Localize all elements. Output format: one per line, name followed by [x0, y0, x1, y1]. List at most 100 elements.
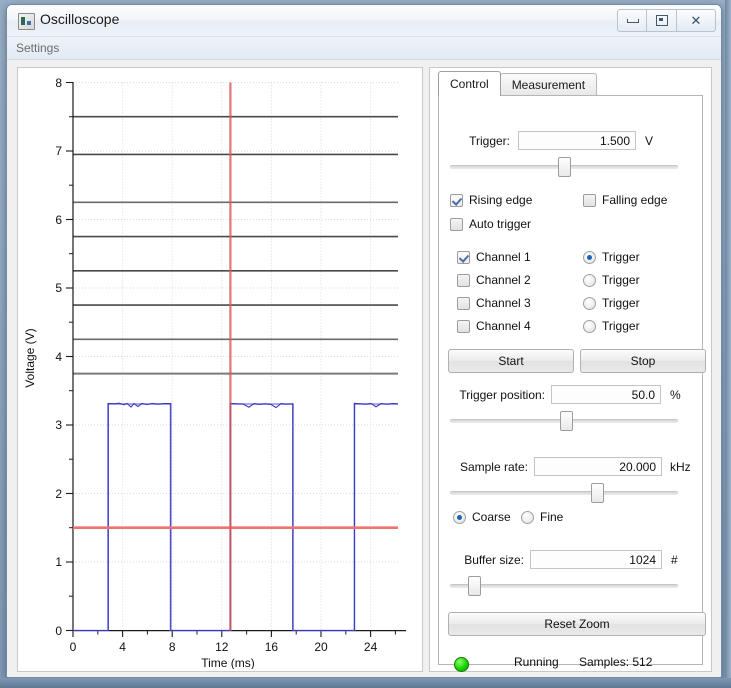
tab-panel-control: Trigger: 1.500 V Rising edge Falling edg… — [438, 95, 706, 672]
channel-3-trigger-radio[interactable] — [583, 296, 596, 310]
channel-3-trigger-label: Trigger — [602, 296, 640, 310]
sample-rate-row: Sample rate: 20.000 kHz — [450, 457, 691, 476]
trigger-position-input[interactable]: 50.0 — [551, 385, 661, 404]
coarse-radio[interactable] — [453, 510, 466, 524]
rising-edge-row[interactable]: Rising edge — [450, 193, 532, 207]
channel-4-checkbox[interactable] — [457, 319, 470, 333]
channel-1-checkbox[interactable] — [457, 250, 470, 264]
buffer-size-slider[interactable] — [450, 576, 678, 596]
menu-item-settings[interactable]: Settings — [7, 39, 68, 57]
oscilloscope-window: Oscilloscope ✕ Settings 8 7 6 5 4 3 2 1 … — [6, 4, 722, 678]
trigger-position-row: Trigger position: 50.0 % — [450, 385, 681, 404]
desktop-background: Oscilloscope ✕ Settings 8 7 6 5 4 3 2 1 … — [0, 0, 731, 688]
trigger-slider-thumb[interactable] — [558, 157, 571, 177]
channel-1-label: Channel 1 — [476, 250, 531, 264]
buffer-size-label: Buffer size: — [464, 552, 524, 567]
svg-text:5: 5 — [55, 281, 62, 295]
close-button[interactable]: ✕ — [676, 9, 716, 32]
buffer-size-row: Buffer size: 1024 # — [450, 550, 678, 569]
buffer-size-slider-thumb[interactable] — [468, 576, 481, 596]
channel-3-row[interactable]: Channel 3 — [457, 296, 531, 310]
tab-measurement[interactable]: Measurement — [499, 73, 598, 96]
tab-control[interactable]: Control — [438, 71, 501, 96]
channel-2-trigger-row[interactable]: Trigger — [583, 273, 640, 287]
app-icon — [18, 13, 35, 30]
channel-2-checkbox[interactable] — [457, 273, 470, 287]
svg-text:8: 8 — [55, 76, 62, 90]
trigger-position-label: Trigger position: — [459, 387, 545, 402]
waveform-plot[interactable]: 8 7 6 5 4 3 2 1 0 Voltage (V) 0 4 8 12 1… — [18, 68, 420, 669]
channel-4-label: Channel 4 — [476, 319, 531, 333]
rising-edge-checkbox[interactable] — [450, 193, 463, 207]
status-led-icon — [454, 657, 469, 672]
svg-text:12: 12 — [215, 640, 229, 654]
start-button[interactable]: Start — [448, 349, 574, 373]
sample-rate-input[interactable]: 20.000 — [534, 457, 662, 476]
channel-4-row[interactable]: Channel 4 — [457, 319, 531, 333]
auto-trigger-row[interactable]: Auto trigger — [450, 217, 531, 231]
channel-1-row[interactable]: Channel 1 — [457, 250, 531, 264]
maximize-icon — [655, 15, 668, 26]
trigger-row: Trigger: 1.500 V — [450, 131, 653, 150]
channel-1-trigger-row[interactable]: Trigger — [583, 250, 640, 264]
window-title: Oscilloscope — [40, 11, 120, 27]
fine-row[interactable]: Fine — [521, 510, 563, 524]
svg-text:16: 16 — [265, 640, 279, 654]
trigger-label: Trigger: — [469, 133, 510, 148]
fine-radio[interactable] — [521, 510, 534, 524]
svg-text:24: 24 — [364, 640, 378, 654]
channel-3-label: Channel 3 — [476, 296, 531, 310]
svg-text:4: 4 — [55, 350, 62, 364]
sample-rate-slider-thumb[interactable] — [591, 483, 604, 503]
channel-2-trigger-label: Trigger — [602, 273, 640, 287]
auto-trigger-checkbox[interactable] — [450, 217, 463, 231]
svg-text:0: 0 — [70, 640, 77, 654]
channel-2-row[interactable]: Channel 2 — [457, 273, 531, 287]
x-axis-label: Time (ms) — [201, 656, 255, 669]
falling-edge-row[interactable]: Falling edge — [583, 193, 667, 207]
trigger-slider[interactable] — [450, 157, 678, 177]
menu-bar: Settings — [7, 37, 721, 60]
trigger-position-slider[interactable] — [450, 411, 678, 431]
client-area: 8 7 6 5 4 3 2 1 0 Voltage (V) 0 4 8 12 1… — [7, 60, 721, 677]
channel-4-trigger-row[interactable]: Trigger — [583, 319, 640, 333]
waveform-plot-panel[interactable]: 8 7 6 5 4 3 2 1 0 Voltage (V) 0 4 8 12 1… — [17, 67, 423, 672]
sample-rate-label: Sample rate: — [459, 459, 528, 474]
maximize-button[interactable] — [646, 9, 677, 32]
svg-text:2: 2 — [55, 487, 62, 501]
channel-4-trigger-radio[interactable] — [583, 319, 596, 333]
desktop-edge-bottom — [0, 678, 731, 688]
y-axis-label: Voltage (V) — [23, 328, 37, 387]
svg-text:20: 20 — [314, 640, 328, 654]
channel-2-label: Channel 2 — [476, 273, 531, 287]
channel-1-trigger-radio[interactable] — [583, 250, 596, 264]
svg-text:1: 1 — [55, 555, 62, 569]
svg-text:6: 6 — [55, 213, 62, 227]
svg-text:4: 4 — [119, 640, 126, 654]
stop-button[interactable]: Stop — [580, 349, 706, 373]
trigger-position-unit: % — [670, 387, 681, 402]
auto-trigger-label: Auto trigger — [469, 217, 532, 231]
svg-text:0: 0 — [55, 624, 62, 638]
channel-3-trigger-row[interactable]: Trigger — [583, 296, 640, 310]
status-samples: Samples: 512 — [579, 655, 653, 669]
trigger-unit: V — [645, 133, 654, 148]
desktop-edge-right — [725, 0, 731, 688]
minimize-icon — [626, 18, 639, 23]
rising-edge-label: Rising edge — [469, 193, 533, 207]
coarse-row[interactable]: Coarse — [453, 510, 511, 524]
sample-rate-slider-track — [450, 491, 678, 495]
trigger-input[interactable]: 1.500 — [518, 131, 636, 150]
falling-edge-checkbox[interactable] — [583, 193, 596, 207]
channel-1-trigger-label: Trigger — [602, 250, 640, 264]
buffer-size-input[interactable]: 1024 — [530, 550, 662, 569]
channel-3-checkbox[interactable] — [457, 296, 470, 310]
sample-rate-unit: kHz — [670, 459, 691, 474]
channel-4-trigger-label: Trigger — [602, 319, 640, 333]
svg-text:8: 8 — [169, 640, 176, 654]
channel-2-trigger-radio[interactable] — [583, 273, 596, 287]
reset-zoom-button[interactable]: Reset Zoom — [448, 612, 706, 636]
sample-rate-slider[interactable] — [450, 483, 678, 503]
trigger-position-slider-thumb[interactable] — [560, 411, 573, 431]
minimize-button[interactable] — [617, 9, 648, 32]
